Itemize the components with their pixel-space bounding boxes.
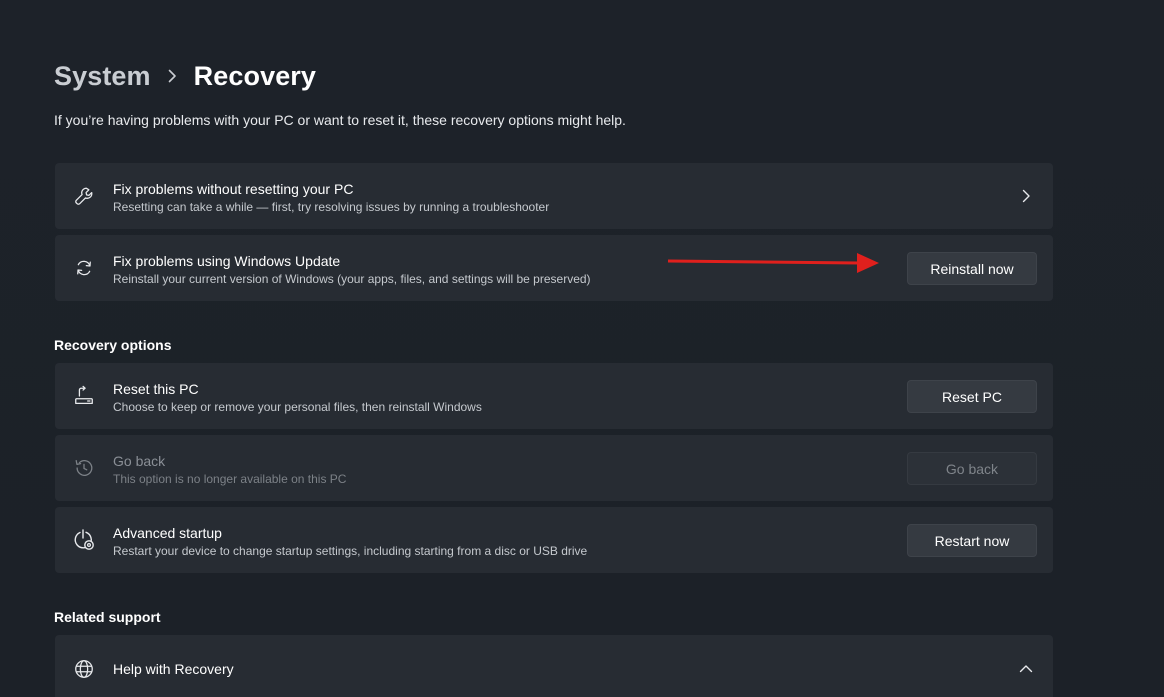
advanced-startup-card: Advanced startup Restart your device to … xyxy=(55,507,1053,573)
card-title: Help with Recovery xyxy=(113,661,234,677)
card-title: Go back xyxy=(113,453,166,469)
reset-pc-card: Reset this PC Choose to keep or remove y… xyxy=(55,363,1053,429)
reinstall-now-button[interactable]: Reinstall now xyxy=(907,252,1037,285)
page-subtitle: If you’re having problems with your PC o… xyxy=(54,112,626,128)
recovery-options-heading: Recovery options xyxy=(54,337,172,353)
go-back-card: Go back This option is no longer availab… xyxy=(55,435,1053,501)
card-description: Resetting can take a while — first, try … xyxy=(113,200,550,214)
breadcrumb-system[interactable]: System xyxy=(54,61,151,92)
restart-now-button[interactable]: Restart now xyxy=(907,524,1037,557)
fix-with-windows-update-card: Fix problems using Windows Update Reinst… xyxy=(55,235,1053,301)
card-title: Fix problems without resetting your PC xyxy=(113,181,354,197)
chevron-right-icon xyxy=(167,69,177,83)
go-back-button: Go back xyxy=(907,452,1037,485)
breadcrumb: System Recovery xyxy=(54,55,316,97)
chevron-up-icon[interactable] xyxy=(1015,658,1037,680)
reset-pc-icon xyxy=(72,384,96,408)
card-description: Restart your device to change startup se… xyxy=(113,544,588,558)
card-description: Reinstall your current version of Window… xyxy=(113,272,591,286)
wrench-icon xyxy=(72,184,96,208)
help-with-recovery-card[interactable]: Help with Recovery xyxy=(55,635,1053,697)
advanced-startup-icon xyxy=(72,528,96,552)
sync-icon xyxy=(72,256,96,280)
card-description: Choose to keep or remove your personal f… xyxy=(113,400,482,414)
card-description: This option is no longer available on th… xyxy=(113,472,347,486)
globe-icon xyxy=(72,657,96,681)
history-icon xyxy=(72,456,96,480)
reset-pc-button[interactable]: Reset PC xyxy=(907,380,1037,413)
related-support-heading: Related support xyxy=(54,609,161,625)
chevron-right-icon[interactable] xyxy=(1015,185,1037,207)
card-title: Advanced startup xyxy=(113,525,222,541)
fix-without-reset-card[interactable]: Fix problems without resetting your PC R… xyxy=(55,163,1053,229)
page-title: Recovery xyxy=(193,60,317,91)
card-title: Fix problems using Windows Update xyxy=(113,253,341,269)
card-title: Reset this PC xyxy=(113,381,199,397)
annotation-arrow xyxy=(667,253,879,273)
